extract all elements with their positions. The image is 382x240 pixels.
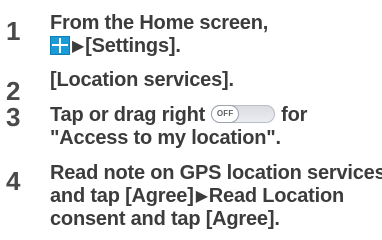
step-line-prefix: and tap [Agree] (50, 185, 194, 207)
step-number: 1 (6, 16, 21, 46)
step-line: consent and tap [Agree]. (50, 208, 280, 230)
step-text: Read note on GPS location services and t… (50, 162, 382, 231)
step-line: [Location services]. (50, 69, 234, 91)
step-text: From the Home screen, ▶[Settings]. (50, 12, 375, 58)
apps-grid-icon (50, 36, 70, 55)
step-text: Tap or drag right OFF for "Access to my lo… (50, 104, 375, 150)
step-line: "Access to my location". (50, 127, 281, 149)
location-toggle-icon: OFF (211, 105, 276, 123)
step-line-suffix: for (281, 104, 308, 126)
step-line-prefix: Tap or drag right (50, 104, 206, 126)
toggle-knob: OFF (212, 106, 239, 122)
step-line-suffix: Read Location (208, 185, 344, 207)
step-number: 3 (6, 102, 21, 132)
step-number: 4 (6, 166, 21, 196)
settings-label: [Settings]. (85, 35, 181, 57)
step-line: and tap [Agree] ▶Read Location (50, 185, 375, 208)
arrow-icon: ▶ (195, 188, 208, 205)
step-line: ▶[Settings]. (50, 35, 375, 58)
arrow-icon: ▶ (72, 38, 85, 55)
step-line: From the Home screen, (50, 12, 269, 34)
step-line: Read note on GPS location services (50, 162, 382, 184)
step-line: Tap or drag right OFF for (50, 104, 375, 127)
step-text: [Location services]. (50, 69, 375, 92)
